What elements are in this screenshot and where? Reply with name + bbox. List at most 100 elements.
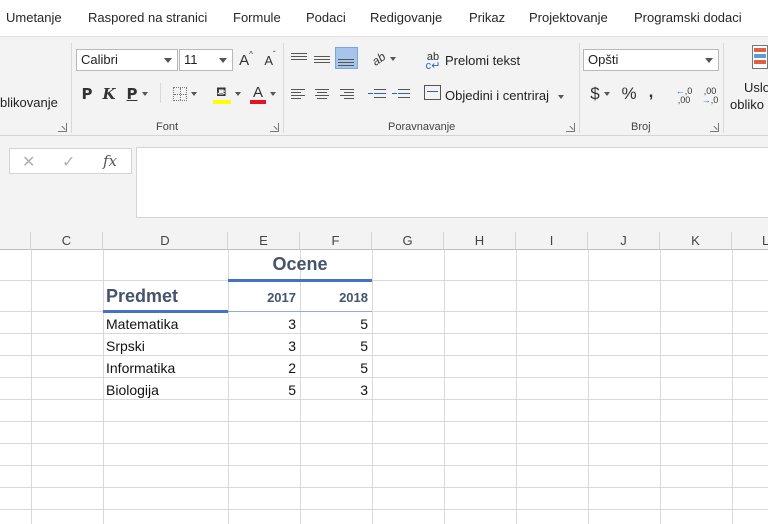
gridline	[0, 465, 768, 466]
caret-up-icon: ^	[249, 49, 253, 59]
fill-color-button[interactable]: ⛾	[210, 82, 244, 106]
formula-input[interactable]	[136, 147, 768, 218]
gridline	[0, 355, 768, 356]
text-orientation-icon: ab	[369, 49, 389, 69]
gridline	[732, 250, 733, 524]
gridline	[660, 250, 661, 524]
enter-icon[interactable]: ✓	[62, 152, 75, 172]
number-group-label: Broj	[631, 121, 651, 133]
grade-cell[interactable]: 3	[300, 382, 368, 398]
cancel-icon[interactable]: ✕	[22, 152, 35, 172]
align-right-icon[interactable]	[338, 87, 356, 103]
percent-button[interactable]: %	[620, 82, 638, 106]
column-header-g[interactable]: G	[372, 232, 444, 250]
alignment-launcher-icon[interactable]	[566, 123, 575, 132]
borders-button[interactable]	[168, 82, 202, 106]
chevron-down-icon	[270, 92, 276, 96]
merge-center-label: Objedini i centriraj	[445, 88, 550, 103]
conditional-label-1: Uslo	[744, 80, 768, 95]
header-underline-light	[228, 311, 372, 312]
align-middle-icon[interactable]	[314, 51, 332, 67]
font-size-select[interactable]: 11	[179, 49, 233, 71]
tab-insert[interactable]: Umetanje	[6, 10, 62, 25]
increase-indent-icon[interactable]	[392, 87, 410, 103]
tab-view[interactable]: Prikaz	[469, 10, 505, 25]
currency-button[interactable]: $	[586, 82, 614, 106]
underline-button[interactable]: P	[125, 82, 149, 106]
number-format-select[interactable]: Opšti	[583, 49, 719, 71]
ocene-title[interactable]: Ocene	[228, 254, 372, 275]
grow-font-icon: A	[239, 51, 250, 69]
number-format-value: Opšti	[588, 52, 619, 67]
italic-button[interactable]: K	[102, 82, 116, 106]
tab-add-ins[interactable]: Programski dodaci	[634, 10, 742, 25]
column-header-h[interactable]: H	[444, 232, 516, 250]
tab-page-layout[interactable]: Raspored na stranici	[88, 10, 207, 25]
chevron-down-icon	[389, 57, 396, 61]
grade-cell[interactable]: 5	[300, 360, 368, 376]
column-header-d[interactable]: D	[103, 232, 228, 250]
subject-cell[interactable]: Informatika	[106, 360, 175, 376]
font-name-select[interactable]: Calibri	[76, 49, 178, 71]
gridline	[0, 443, 768, 444]
cell-styles-label[interactable]: blikovanje	[0, 95, 58, 110]
subject-cell[interactable]: Srpski	[106, 338, 145, 354]
grade-cell[interactable]: 5	[228, 382, 296, 398]
grade-cell[interactable]: 5	[300, 338, 368, 354]
shrink-font-button[interactable]: Aˇ	[262, 48, 278, 72]
tab-review[interactable]: Redigovanje	[370, 10, 442, 25]
insert-function-icon[interactable]: fx	[103, 152, 117, 170]
align-left-icon[interactable]	[291, 87, 309, 103]
grow-font-button[interactable]: A ^	[238, 48, 254, 72]
worksheet-grid[interactable]: C D E F G H I J K L Ocene Predmet 2017 2…	[0, 232, 768, 524]
bold-button[interactable]: P	[80, 82, 94, 106]
subject-cell[interactable]: Biologija	[106, 382, 159, 398]
comma-style-button[interactable]: ,	[645, 80, 657, 104]
grade-cell[interactable]: 2	[228, 360, 296, 376]
conditional-formatting-button[interactable]: Uslo obliko	[730, 79, 768, 113]
increase-decimal-icon[interactable]: ←,0,00	[674, 84, 694, 108]
group-separator	[723, 43, 724, 133]
gridline	[444, 250, 445, 524]
column-header-i[interactable]: I	[516, 232, 588, 250]
grade-cell[interactable]: 3	[228, 316, 296, 332]
column-header-j[interactable]: J	[588, 232, 660, 250]
number-launcher-icon[interactable]	[710, 123, 719, 132]
alignment-group-label: Poravnavanje	[388, 121, 456, 133]
decrease-decimal-icon[interactable]: ,00 →,0	[700, 84, 720, 108]
year-header-2017[interactable]: 2017	[228, 290, 296, 305]
align-center-icon[interactable]	[314, 87, 332, 103]
subject-cell[interactable]: Matematika	[106, 316, 178, 332]
align-top-icon[interactable]	[291, 51, 309, 67]
ribbon: blikovanje Calibri 11 A ^ Aˇ P K P ⛾ A Fo…	[0, 36, 768, 136]
tab-design[interactable]: Projektovanje	[529, 10, 608, 25]
column-header-k[interactable]: K	[660, 232, 732, 250]
column-header-e[interactable]: E	[228, 232, 300, 250]
decrease-indent-icon[interactable]	[368, 87, 386, 103]
font-name-value: Calibri	[81, 52, 118, 67]
styles-launcher-icon[interactable]	[58, 123, 67, 132]
column-header-f[interactable]: F	[300, 232, 372, 250]
column-header-l[interactable]: L	[732, 232, 768, 250]
grade-cell[interactable]: 5	[300, 316, 368, 332]
formula-bar-area: ✕ ✓ fx	[0, 136, 768, 232]
tab-formulas[interactable]: Formule	[233, 10, 281, 25]
wrap-text-button[interactable]: Prelomi tekst	[445, 53, 520, 68]
column-header-c[interactable]: C	[31, 232, 103, 250]
orientation-button[interactable]: ab	[368, 47, 400, 71]
gridline	[103, 250, 104, 524]
group-separator	[283, 43, 284, 133]
predmet-header[interactable]: Predmet	[106, 286, 178, 307]
chevron-down-icon	[235, 92, 241, 96]
merge-center-button[interactable]: Objedini i centriraj	[445, 88, 565, 103]
tab-data[interactable]: Podaci	[306, 10, 346, 25]
font-launcher-icon[interactable]	[270, 123, 279, 132]
underline-icon: P	[126, 85, 138, 103]
borders-icon	[173, 87, 187, 101]
grade-cell[interactable]: 3	[228, 338, 296, 354]
font-group-label: Font	[156, 121, 179, 133]
year-header-2018[interactable]: 2018	[300, 290, 368, 305]
column-headers: C D E F G H I J K L	[0, 232, 768, 250]
font-color-button[interactable]: A	[246, 82, 280, 106]
chevron-down-icon	[141, 92, 148, 96]
